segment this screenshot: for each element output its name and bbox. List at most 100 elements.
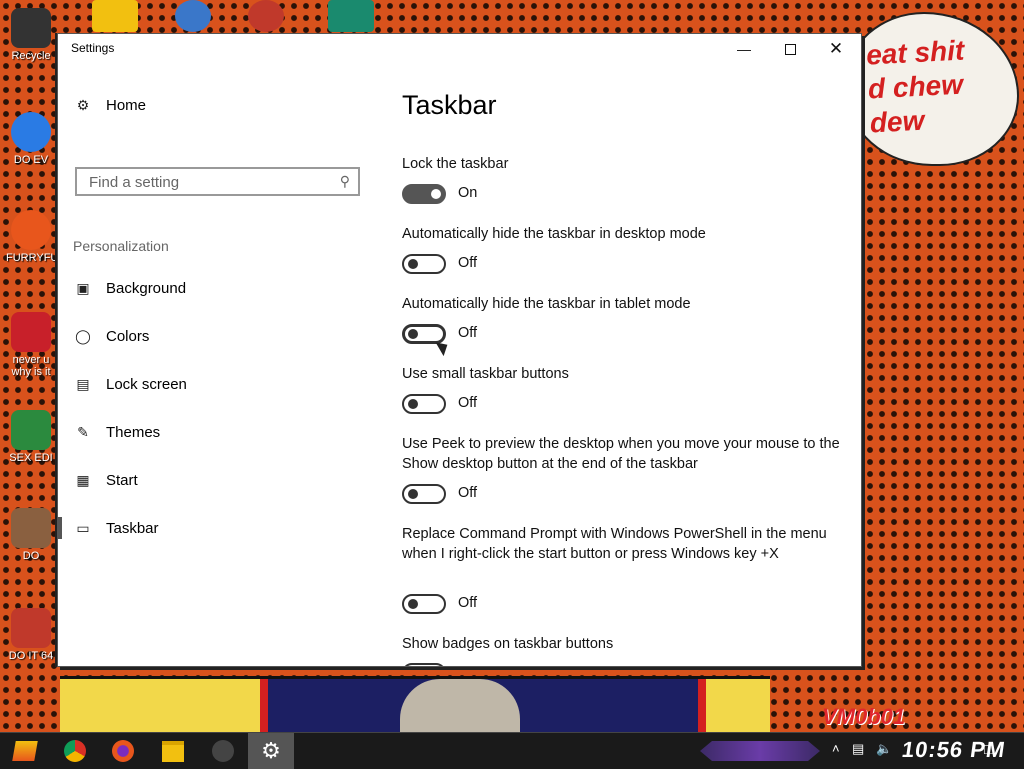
minimize-icon: — — [737, 41, 751, 57]
toggle-knob — [408, 599, 418, 609]
file-explorer-icon — [162, 740, 184, 762]
toggle-knob — [408, 489, 418, 499]
toggle-state: Off — [458, 255, 478, 271]
maximize-icon — [784, 43, 796, 55]
sidebar-item-lock-screen[interactable]: ▤ Lock screen — [58, 364, 378, 404]
sidebar-item-label: Lock screen — [106, 375, 187, 393]
taskbar-chrome[interactable] — [52, 733, 98, 769]
badges-toggle[interactable] — [402, 663, 446, 666]
start-icon: ▦ — [76, 471, 90, 488]
sidebar-item-taskbar[interactable]: ▭ Taskbar — [58, 508, 378, 548]
sidebar-item-themes[interactable]: ✎ Themes — [58, 412, 378, 452]
taskbar-icon: ▭ — [76, 519, 90, 536]
portrait-icon — [11, 508, 51, 548]
desktop-icon[interactable]: DO EV — [6, 112, 56, 166]
powershell-toggle[interactable] — [402, 594, 446, 614]
window-title: Settings — [71, 41, 115, 55]
maximize-button[interactable] — [767, 34, 813, 64]
minimize-button[interactable]: — — [721, 34, 767, 64]
settings-icon: ⚙ — [261, 738, 281, 763]
chrome-icon — [11, 112, 51, 152]
toggle-state: Off — [458, 395, 478, 411]
desktop-icon[interactable]: DO IT 64 — [6, 608, 56, 662]
sidebar-item-label: Background — [106, 279, 187, 297]
toggle-knob — [408, 399, 418, 409]
taskbar-firefox[interactable] — [100, 733, 146, 769]
palette-icon: ◯ — [75, 327, 91, 344]
desktop-icon[interactable]: FURRYFU — [6, 210, 58, 264]
taskbar-settings[interactable]: ⚙ — [248, 733, 294, 769]
app-icon — [11, 608, 51, 648]
setting-label: Use small taskbar buttons — [402, 366, 569, 382]
gear-icon: ⚙ — [76, 96, 90, 113]
toggle-state: On — [458, 185, 478, 201]
settings-window: Settings — ✕ ⚙ Home ⚲ Personalization ▣ … — [57, 33, 862, 667]
lock-taskbar-toggle[interactable] — [402, 184, 446, 204]
volume-icon[interactable]: 🔈 — [876, 741, 892, 757]
toggle-knob — [431, 189, 441, 199]
sidebar-item-label: Start — [106, 471, 138, 489]
action-center-icon[interactable]: □ — [984, 741, 993, 758]
start-button[interactable] — [2, 733, 48, 769]
peek-toggle[interactable] — [402, 484, 446, 504]
setting-label: Automatically hide the taskbar in tablet… — [402, 296, 691, 312]
sidebar-item-label: Colors — [106, 327, 150, 345]
main-content: Taskbar Lock the taskbar On Automaticall… — [402, 64, 852, 666]
toggle-knob — [408, 329, 418, 339]
toggle-state: Off — [458, 595, 478, 611]
desktop-top-icon — [92, 0, 138, 32]
themes-icon: ✎ — [77, 423, 89, 440]
sidebar-item-label: Taskbar — [106, 519, 159, 537]
setting-label: Show badges on taskbar buttons — [402, 636, 614, 652]
autohide-desktop-toggle[interactable] — [402, 254, 446, 274]
setting-label: Automatically hide the taskbar in deskto… — [402, 226, 706, 242]
desktop-top-icon — [328, 0, 374, 32]
section-heading: Personalization — [73, 238, 169, 254]
wallpaper-art — [60, 676, 770, 735]
watermark-text: VM0b01 — [822, 704, 906, 729]
start-icon — [12, 741, 38, 761]
speech-bubble-text: eat shit d chew dew — [865, 34, 965, 139]
close-button[interactable]: ✕ — [813, 34, 859, 64]
recycle-bin-icon — [11, 8, 51, 48]
lock-screen-icon: ▤ — [76, 375, 90, 392]
desktop-top-icon — [248, 0, 284, 32]
setting-label: Replace Command Prompt with Windows Powe… — [402, 526, 827, 562]
sidebar-item-background[interactable]: ▣ Background — [58, 268, 378, 308]
setting-label: Lock the taskbar — [402, 156, 509, 172]
toggle-state: Off — [458, 485, 478, 501]
chrome-icon — [64, 740, 86, 762]
hex-editor-icon — [11, 410, 51, 450]
title-bar: Settings — ✕ — [58, 34, 861, 64]
wallpaper-figure — [400, 679, 520, 735]
toggle-state: Off — [458, 325, 478, 341]
firefox-icon — [112, 740, 134, 762]
show-hidden-icons-button[interactable]: ˄ — [832, 741, 840, 756]
sidebar: ⚙ Home ⚲ Personalization ▣ Background ◯ … — [58, 64, 378, 666]
desktop-top-icon — [175, 0, 211, 32]
search-box[interactable]: ⚲ — [75, 167, 360, 196]
search-icon: ⚲ — [339, 173, 350, 189]
desktop-icon[interactable]: SEX EDI — [6, 410, 56, 464]
desktop-icon[interactable]: Recycle — [6, 8, 56, 62]
close-icon: ✕ — [828, 39, 844, 58]
desktop-icon[interactable]: never u why is it — [6, 312, 56, 378]
network-icon[interactable]: ▤ — [852, 741, 864, 757]
desktop-icon[interactable]: DO — [6, 508, 56, 562]
taskbar-file-explorer[interactable] — [150, 733, 196, 769]
app-icon — [212, 740, 234, 762]
taskbar: ⚙ ˄ ▤ 🔈 10:56 PM □ — [0, 732, 1024, 769]
sidebar-item-label: Home — [106, 96, 147, 114]
setting-label: Use Peek to preview the desktop when you… — [402, 436, 840, 472]
firefox-icon — [11, 210, 51, 250]
dev-cpp-icon — [11, 312, 51, 352]
search-input[interactable] — [87, 173, 331, 192]
small-buttons-toggle[interactable] — [402, 394, 446, 414]
sidebar-item-home[interactable]: ⚙ Home — [58, 85, 378, 125]
picture-icon: ▣ — [76, 279, 90, 296]
toggle-knob — [408, 259, 418, 269]
sidebar-item-start[interactable]: ▦ Start — [58, 460, 378, 500]
sidebar-item-colors[interactable]: ◯ Colors — [58, 316, 378, 356]
page-title: Taskbar — [402, 90, 497, 120]
taskbar-app[interactable] — [200, 733, 246, 769]
